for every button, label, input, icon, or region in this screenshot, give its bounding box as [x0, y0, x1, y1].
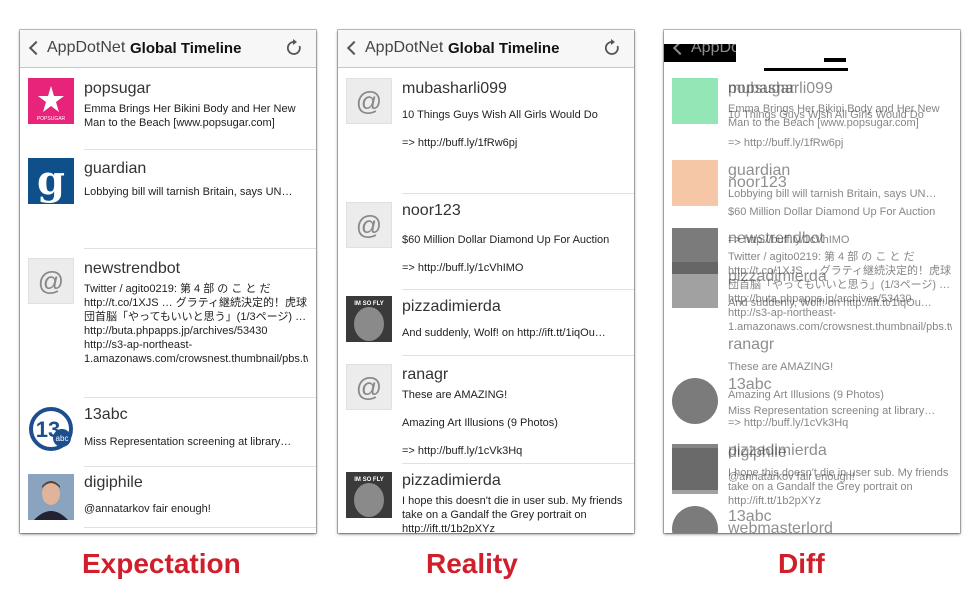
svg-text:abc: abc [56, 434, 69, 443]
expectation-caption: Expectation [82, 548, 241, 579]
at-icon: @ [355, 371, 383, 402]
post-text: These are AMAZING! Amazing Art Illusions… [402, 389, 558, 457]
post-text: 10 Things Guys Wish All Girls Would Do =… [402, 109, 598, 149]
post-username[interactable]: mubasharli099 [402, 80, 507, 98]
back-label: AppDotNet [47, 39, 126, 56]
meme-photo-icon: IM SO FLY [346, 296, 392, 342]
post-text: @annatarkov fair enough! [84, 503, 211, 515]
svg-text:IM SO FLY: IM SO FLY [354, 301, 383, 307]
post-username[interactable]: pizzadimierda [402, 298, 501, 316]
13abc-logo-icon: 13 abc [29, 407, 73, 451]
reality-overlay: mubasharli099 10 Things Guys Wish All Gi… [664, 30, 960, 533]
avatar: IM SO FLY [346, 472, 392, 518]
post-username[interactable]: ranagr [402, 366, 448, 384]
avatar [28, 474, 74, 520]
post-text: And suddenly, Wolf! on http://ift.tt/1iq… [728, 297, 932, 309]
post-username[interactable]: newstrendbot [84, 260, 180, 278]
avatar: @ [28, 258, 74, 304]
list-item[interactable]: g guardian Lobbying bill will tarnish Br… [20, 150, 316, 249]
post-username[interactable]: guardian [84, 160, 146, 178]
back-button[interactable]: AppDotNet [346, 39, 443, 57]
avatar [672, 448, 718, 494]
list-item[interactable]: IM SO FLY pizzadimierda I hope this does… [338, 464, 634, 533]
post-text: I hope this doesn't die in user sub. My … [402, 495, 623, 533]
avatar: 13 abc [28, 406, 74, 452]
reality-screen: AppDotNet Global Timeline @ mubasharli09… [338, 30, 634, 533]
post-text: Miss Representation screening at library… [84, 436, 292, 448]
at-icon: @ [355, 209, 383, 240]
avatar-label: POPSUGAR [37, 116, 66, 122]
chevron-left-icon [28, 40, 44, 56]
post-text: These are AMAZING! Amazing Art Illusions… [728, 361, 884, 429]
post-text: $60 Million Dollar Diamond Up For Auctio… [402, 234, 610, 274]
page-title: Global Timeline [448, 40, 560, 57]
star-icon: POPSUGAR [37, 86, 66, 122]
list-item[interactable]: @ mubasharli099 10 Things Guys Wish All … [338, 68, 634, 194]
at-icon: @ [355, 85, 383, 116]
list-item[interactable]: digiphile @annatarkov fair enough! [20, 466, 316, 528]
reality-caption: Reality [426, 548, 518, 579]
post-username: pizzadimierda [728, 442, 827, 459]
post-username: ranagr [728, 336, 775, 353]
avatar: IM SO FLY [346, 296, 392, 342]
navigation-bar: AppDotNet Global Timeline [20, 30, 316, 68]
back-label: AppDotNet [365, 39, 444, 56]
diff-caption: Diff [778, 548, 825, 579]
list-item[interactable]: POPSUGAR popsugar Emma Brings Her Bikini… [20, 68, 316, 150]
at-icon: @ [37, 265, 65, 296]
post-text: $60 Million Dollar Diamond Up For Auctio… [728, 206, 936, 246]
refresh-icon[interactable] [602, 38, 622, 58]
post-username[interactable]: digiphile [84, 474, 143, 492]
refresh-icon[interactable] [284, 38, 304, 58]
post-username: mubasharli099 [728, 80, 833, 97]
list-item[interactable]: @ newstrendbot Twitter / agito0219: 第 4 … [20, 248, 316, 398]
list-item[interactable]: 13 abc 13abc Miss Representation screeni… [20, 398, 316, 467]
page-title: Global Timeline [130, 40, 242, 57]
post-text: And suddenly, Wolf! on http://ift.tt/1iq… [402, 327, 606, 339]
post-username[interactable]: pizzadimierda [402, 472, 501, 490]
post-username: pizzadimierda [728, 268, 827, 285]
back-button[interactable]: AppDotNet [28, 39, 125, 57]
post-username: noor123 [728, 174, 787, 191]
avatar: @ [346, 202, 392, 248]
post-username[interactable]: 13abc [84, 406, 128, 424]
list-item[interactable]: IM SO FLY pizzadimierda And suddenly, Wo… [338, 290, 634, 356]
post-text: 10 Things Guys Wish All Girls Would Do =… [728, 109, 924, 149]
post-text: Emma Brings Her Bikini Body and Her New … [84, 103, 296, 129]
list-item[interactable]: @ noor123 $60 Million Dollar Diamond Up … [338, 194, 634, 290]
person-photo-icon [28, 474, 74, 520]
avatar: g [28, 158, 74, 204]
list-item[interactable]: @ ranagr These are AMAZING! Amazing Art … [338, 356, 634, 464]
avatar: @ [346, 78, 392, 124]
post-text: I hope this doesn't die in user sub. My … [728, 467, 949, 507]
post-username: webmasterlord [728, 520, 833, 533]
guardian-logo-icon: g [37, 158, 65, 204]
meme-photo-icon: IM SO FLY [346, 472, 392, 518]
post-username[interactable]: noor123 [402, 202, 461, 220]
list-item[interactable]: 13 13abc [20, 528, 316, 533]
avatar: POPSUGAR [28, 78, 74, 124]
diff-screen: AppDotNet popsugar Emma Brings Her Bikin… [664, 30, 960, 533]
expectation-screen: AppDotNet Global Timeline POPSUGAR popsu… [20, 30, 316, 533]
navigation-bar: AppDotNet Global Timeline [338, 30, 634, 68]
post-username[interactable]: popsugar [84, 80, 151, 98]
post-text: Twitter / agito0219: 第 4 部 の こ と だ http:… [84, 283, 308, 365]
chevron-left-icon [346, 40, 362, 56]
avatar [672, 262, 718, 308]
svg-text:IM SO FLY: IM SO FLY [354, 477, 383, 483]
avatar: @ [346, 364, 392, 410]
post-text: Lobbying bill will tarnish Britain, says… [84, 186, 293, 198]
